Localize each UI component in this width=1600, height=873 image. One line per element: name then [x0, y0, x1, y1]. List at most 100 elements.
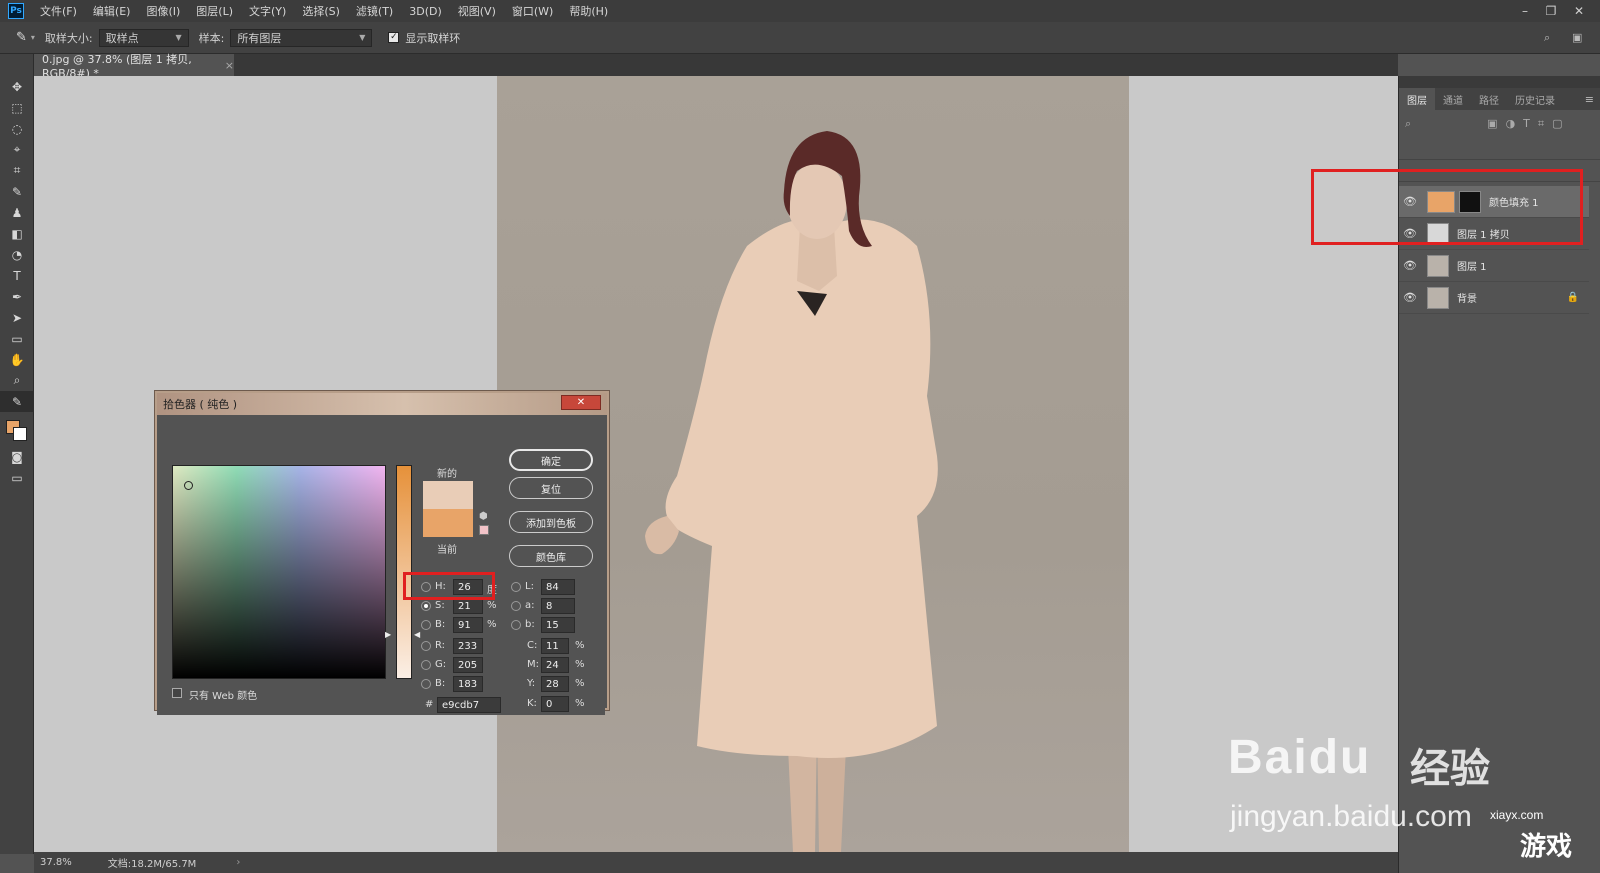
- lab-a-field[interactable]: 8: [541, 598, 575, 614]
- green-field[interactable]: 205: [453, 657, 483, 673]
- brightness-field[interactable]: 91: [453, 617, 483, 633]
- eyedropper-tool-icon[interactable]: ✎: [0, 391, 34, 412]
- tab-paths[interactable]: 路径: [1471, 92, 1507, 107]
- eye-icon[interactable]: 👁: [1399, 259, 1421, 272]
- panel-menu-icon[interactable]: ≡: [1585, 93, 1594, 106]
- tab-layers[interactable]: 图层: [1399, 88, 1435, 110]
- green-radio[interactable]: [421, 660, 431, 670]
- yellow-field[interactable]: 28: [541, 676, 569, 692]
- brush-tool-icon[interactable]: ✎: [0, 181, 34, 202]
- menu-type[interactable]: 文字(Y): [241, 3, 294, 19]
- close-icon[interactable]: ×: [225, 59, 234, 72]
- menu-help[interactable]: 帮助(H): [561, 3, 616, 19]
- menu-select[interactable]: 选择(S): [294, 3, 348, 19]
- tab-history[interactable]: 历史记录: [1507, 92, 1563, 107]
- lab-b-field[interactable]: 15: [541, 617, 575, 633]
- zoom-tool-icon[interactable]: ⌕: [0, 370, 34, 391]
- hex-field[interactable]: e9cdb7: [437, 697, 501, 713]
- quick-select-tool-icon[interactable]: ⌖: [0, 139, 34, 160]
- pen-tool-icon[interactable]: ✒: [0, 286, 34, 307]
- close-icon[interactable]: ✕: [1566, 0, 1592, 22]
- current-color-swatch[interactable]: [423, 509, 473, 537]
- zoom-level[interactable]: 37.8%: [40, 857, 72, 868]
- eyedropper-icon[interactable]: ✎: [16, 30, 27, 45]
- chevron-right-icon[interactable]: ›: [236, 857, 240, 868]
- hand-tool-icon[interactable]: ✋: [0, 349, 34, 370]
- slider-arrow-icon[interactable]: ◀: [414, 630, 420, 639]
- brightness-radio[interactable]: [421, 620, 431, 630]
- document-tab[interactable]: 0.jpg @ 37.8% (图层 1 拷贝, RGB/8#) * ×: [34, 53, 234, 80]
- shape-tool-icon[interactable]: ▭: [0, 328, 34, 349]
- lab-l-field[interactable]: 84: [541, 579, 575, 595]
- lab-l-label: L:: [525, 581, 534, 592]
- move-tool-icon[interactable]: ✥: [0, 76, 34, 97]
- color-field[interactable]: [172, 465, 386, 679]
- quick-mask-icon[interactable]: ◙: [0, 446, 34, 467]
- menu-view[interactable]: 视图(V): [450, 3, 504, 19]
- saturation-field[interactable]: 21: [453, 598, 483, 614]
- dialog-title: 拾色器 ( 纯色 ): [163, 398, 238, 411]
- magenta-field[interactable]: 24: [541, 657, 569, 673]
- red-radio[interactable]: [421, 641, 431, 651]
- eraser-tool-icon[interactable]: ◧: [0, 223, 34, 244]
- background-color-swatch[interactable]: [13, 427, 27, 441]
- menu-image[interactable]: 图像(I): [138, 3, 188, 19]
- marquee-tool-icon[interactable]: ⬚: [0, 97, 34, 118]
- magenta-unit: %: [575, 659, 585, 670]
- workspace-icon[interactable]: ▣: [1572, 31, 1582, 44]
- screen-mode-icon[interactable]: ▭: [0, 467, 34, 488]
- path-select-tool-icon[interactable]: ➤: [0, 307, 34, 328]
- filter-type-icons[interactable]: ▣◑T⌗▢: [1487, 117, 1570, 131]
- reset-button[interactable]: 复位: [509, 477, 593, 499]
- add-to-swatches-button[interactable]: 添加到色板: [509, 511, 593, 533]
- lab-b-radio[interactable]: [511, 620, 521, 630]
- brightness-unit: %: [487, 619, 497, 630]
- menu-layer[interactable]: 图层(L): [188, 3, 241, 19]
- color-swatches[interactable]: [0, 412, 34, 446]
- crop-tool-icon[interactable]: ⌗: [0, 160, 34, 181]
- menu-filter[interactable]: 滤镜(T): [348, 3, 401, 19]
- slider-arrow-icon[interactable]: ▶: [385, 630, 391, 639]
- layer-row-background[interactable]: 👁 背景 🔒: [1399, 282, 1589, 314]
- green-label: G:: [435, 659, 447, 670]
- watermark-site: xiayx.com: [1490, 808, 1544, 822]
- lasso-tool-icon[interactable]: ◌: [0, 118, 34, 139]
- dodge-tool-icon[interactable]: ◔: [0, 244, 34, 265]
- restore-icon[interactable]: ❐: [1538, 0, 1564, 22]
- web-safe-swatch[interactable]: [479, 525, 489, 535]
- blend-mode-row[interactable]: [1399, 138, 1600, 160]
- color-libraries-button[interactable]: 颜色库: [509, 545, 593, 567]
- red-field[interactable]: 233: [453, 638, 483, 654]
- cyan-field[interactable]: 11: [541, 638, 569, 654]
- tab-channels[interactable]: 通道: [1435, 92, 1471, 107]
- panel-collapse-bar[interactable]: [1399, 76, 1600, 88]
- menu-window[interactable]: 窗口(W): [504, 3, 561, 19]
- blue-radio[interactable]: [421, 679, 431, 689]
- blue-field[interactable]: 183: [453, 676, 483, 692]
- color-picker-ring[interactable]: [184, 481, 193, 490]
- dialog-title-bar[interactable]: 拾色器 ( 纯色 ) ✕: [157, 393, 607, 415]
- show-ring-checkbox[interactable]: ✓: [388, 32, 400, 43]
- cube-icon[interactable]: ⬢: [479, 511, 488, 522]
- lab-l-radio[interactable]: [511, 582, 521, 592]
- watermark-url: jingyan.baidu.com: [1230, 800, 1472, 833]
- layer-row-layer1[interactable]: 👁 图层 1: [1399, 250, 1589, 282]
- ok-button[interactable]: 确定: [509, 449, 593, 471]
- filter-search-icon[interactable]: ⌕: [1405, 117, 1411, 131]
- stamp-tool-icon[interactable]: ♟: [0, 202, 34, 223]
- menu-file[interactable]: 文件(F): [32, 3, 85, 19]
- black-field[interactable]: 0: [541, 696, 569, 712]
- eye-icon[interactable]: 👁: [1399, 291, 1421, 304]
- type-tool-icon[interactable]: T: [0, 265, 34, 286]
- chevron-down-icon[interactable]: ▾: [31, 33, 35, 42]
- minimize-icon[interactable]: –: [1512, 0, 1538, 22]
- menu-edit[interactable]: 编辑(E): [85, 3, 139, 19]
- sample-select[interactable]: 所有图层 ▼: [230, 28, 373, 47]
- lab-a-radio[interactable]: [511, 601, 521, 611]
- close-icon[interactable]: ✕: [561, 395, 601, 410]
- menu-3d[interactable]: 3D(D): [401, 5, 450, 18]
- web-colors-checkbox[interactable]: [172, 688, 182, 698]
- saturation-radio[interactable]: [421, 601, 431, 611]
- search-icon[interactable]: ⌕: [1544, 31, 1550, 45]
- sample-size-select[interactable]: 取样点 ▼: [98, 28, 189, 47]
